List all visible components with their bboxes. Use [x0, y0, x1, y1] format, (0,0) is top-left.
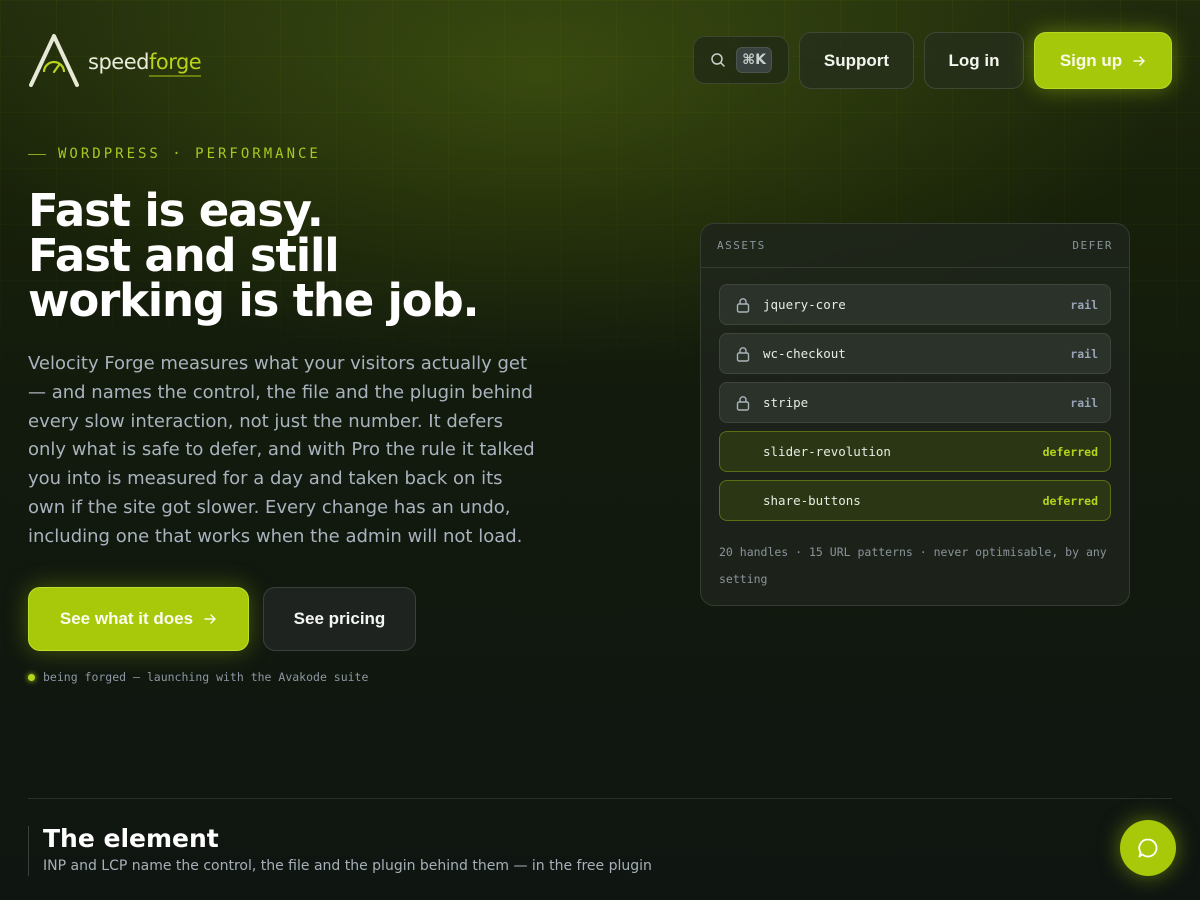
- assets-list: jquery-core rail wc-checkout rail stripe…: [701, 268, 1129, 521]
- chat-bubble-icon: [1138, 838, 1158, 858]
- asset-name: jquery-core: [763, 297, 846, 312]
- assets-panel: ASSETS DEFER jquery-core rail wc-checkou…: [700, 223, 1130, 606]
- launch-status: being forged — launching with the Avakod…: [28, 670, 368, 684]
- feature-title: The element: [43, 824, 219, 853]
- asset-name: share-buttons: [763, 493, 861, 508]
- assets-panel-footer: 20 handles · 15 URL patterns · never opt…: [719, 545, 1107, 586]
- asset-name: slider-revolution: [763, 444, 891, 459]
- headline-line-2: Fast and still: [28, 229, 340, 282]
- section-divider: [28, 798, 1172, 799]
- arrow-right-icon: [1133, 55, 1145, 66]
- primary-cta-label: See what it does: [59, 609, 194, 628]
- top-nav: ⌘K Support Log in Sign up: [693, 32, 1172, 89]
- asset-status: deferred: [1042, 444, 1098, 459]
- asset-status: rail: [1070, 297, 1098, 312]
- see-pricing-button[interactable]: See pricing: [263, 587, 416, 651]
- arrow-right-icon: [204, 614, 216, 624]
- hero-headline: Fast is easy. Fast and still working is …: [28, 188, 588, 323]
- asset-row[interactable]: jquery-core rail: [719, 284, 1111, 325]
- asset-name: wc-checkout: [763, 346, 846, 361]
- lock-icon: [736, 395, 750, 411]
- asset-name: stripe: [763, 395, 809, 410]
- login-button[interactable]: Log in: [924, 32, 1024, 89]
- asset-row[interactable]: share-buttons deferred: [719, 480, 1111, 521]
- brand-logo[interactable]: speedforge: [28, 32, 202, 88]
- keyboard-shortcut-badge: ⌘K: [736, 47, 772, 73]
- asset-status: rail: [1070, 346, 1098, 361]
- status-dot-icon: [28, 673, 35, 681]
- speedometer-logo-icon: [29, 34, 79, 87]
- brand-name-part1: speed: [88, 50, 149, 74]
- hero-cta-group: See what it does See pricing: [28, 587, 416, 651]
- hero-lead-paragraph: Velocity Forge measures what your visito…: [28, 353, 535, 547]
- hero-eyebrow: WORDPRESS · PERFORMANCE: [28, 146, 321, 162]
- status-text: being forged — launching with the Avakod…: [43, 670, 369, 684]
- eyebrow-text: WORDPRESS · PERFORMANCE: [58, 146, 321, 162]
- brand-wordmark: speedforge: [88, 50, 202, 77]
- feature-subtitle: INP and LCP name the control, the file a…: [43, 858, 652, 874]
- headline-line-1: Fast is easy.: [28, 184, 324, 237]
- search-button[interactable]: ⌘K: [693, 36, 789, 84]
- feature-block: The element INP and LCP name the control…: [28, 826, 652, 876]
- chat-button[interactable]: [1120, 820, 1176, 876]
- asset-row[interactable]: stripe rail: [719, 382, 1111, 423]
- signup-button[interactable]: Sign up: [1034, 32, 1172, 89]
- support-button[interactable]: Support: [799, 32, 914, 89]
- defer-header-label: DEFER: [1072, 239, 1113, 252]
- asset-row[interactable]: wc-checkout rail: [719, 333, 1111, 374]
- asset-row[interactable]: slider-revolution deferred: [719, 431, 1111, 472]
- lock-icon: [736, 297, 750, 313]
- see-what-it-does-button[interactable]: See what it does: [28, 587, 249, 651]
- signup-label: Sign up: [1059, 50, 1123, 70]
- eyebrow-line: [28, 153, 46, 155]
- headline-line-3: working is the job.: [28, 274, 480, 327]
- lock-icon: [736, 346, 750, 362]
- asset-status: deferred: [1042, 493, 1098, 508]
- search-icon: [711, 53, 725, 67]
- asset-status: rail: [1070, 395, 1098, 410]
- assets-header-label: ASSETS: [717, 239, 766, 252]
- brand-name-part2: forge: [148, 50, 202, 77]
- assets-panel-header: ASSETS DEFER: [701, 224, 1129, 268]
